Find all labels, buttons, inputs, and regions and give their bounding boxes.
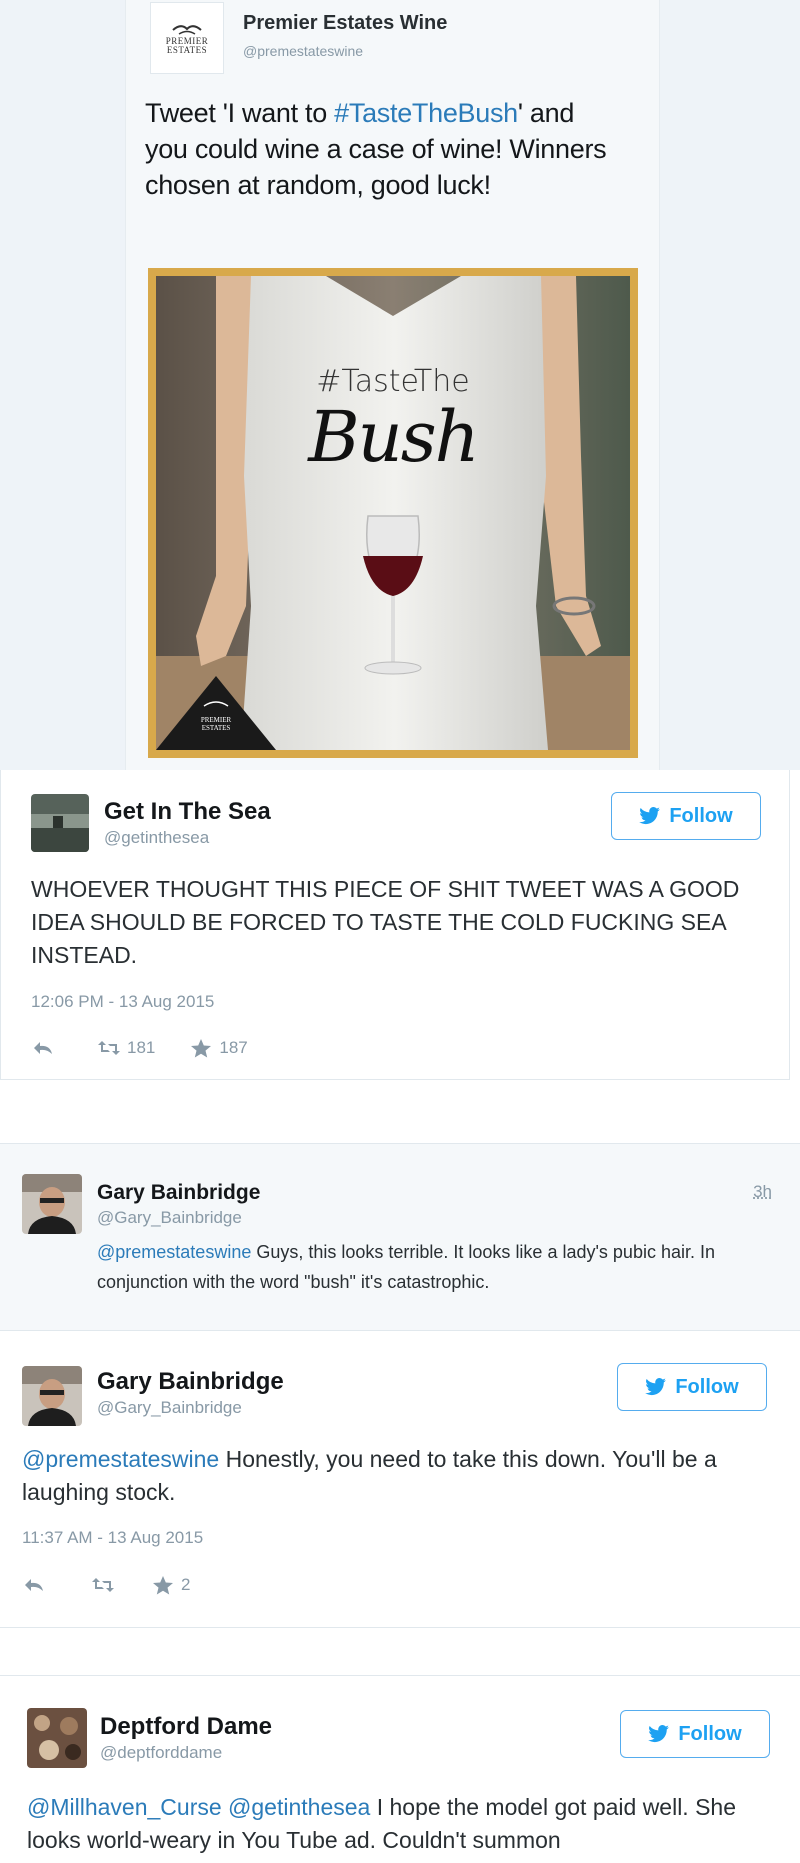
reply-tweet-gary-timeline[interactable]: Gary Bainbridge @Gary_Bainbridge 3h @pre… <box>0 1143 800 1331</box>
reply-icon <box>34 1042 52 1054</box>
reply-icon <box>25 1579 43 1591</box>
relative-time[interactable]: 3h <box>753 1182 772 1202</box>
display-name[interactable]: Gary Bainbridge <box>97 1181 260 1205</box>
tweet-actions: 2 <box>22 1575 190 1595</box>
reply-tweet-deptford-dame: Deptford Dame @deptforddame Follow @Mill… <box>0 1675 800 1863</box>
star-icon <box>191 1039 212 1058</box>
twitter-bird-icon <box>639 807 661 825</box>
mention-link[interactable]: @premestateswine <box>22 1446 219 1472</box>
ad-corner-logo-line1: PREMIER <box>200 716 232 724</box>
timestamp[interactable]: 11:37 AM - 13 Aug 2015 <box>22 1528 203 1548</box>
retweet-icon <box>98 1041 120 1055</box>
user-handle[interactable]: @premestateswine <box>243 43 363 59</box>
ad-corner-logo: PREMIER ESTATES <box>194 716 238 732</box>
follow-label: Follow <box>675 1375 739 1398</box>
gary-avatar-icon <box>22 1366 82 1426</box>
logo-bird-icon <box>172 25 202 35</box>
avatar[interactable] <box>31 794 89 852</box>
ad-image[interactable]: #TasteThe Bush PREMIER ESTATES <box>148 268 638 758</box>
reply-action[interactable] <box>22 1575 46 1595</box>
twitter-bird-icon <box>645 1378 667 1396</box>
favorite-action[interactable]: 187 <box>189 1038 248 1058</box>
display-name[interactable]: Deptford Dame <box>100 1713 272 1741</box>
display-name[interactable]: Gary Bainbridge <box>97 1368 284 1396</box>
mention-link[interactable]: @premestateswine <box>97 1242 251 1262</box>
user-handle[interactable]: @deptforddame <box>100 1743 222 1763</box>
favorite-count: 187 <box>219 1038 248 1057</box>
premier-estates-avatar[interactable]: PREMIER ESTATES <box>150 2 224 74</box>
star-icon <box>153 1576 173 1595</box>
avatar[interactable] <box>22 1174 82 1234</box>
favorite-count: 2 <box>181 1575 191 1594</box>
ad-hashtag-text: #TasteThe <box>316 364 470 399</box>
user-handle[interactable]: @Gary_Bainbridge <box>97 1398 242 1418</box>
follow-button[interactable]: Follow <box>611 792 761 840</box>
retweet-count: 181 <box>127 1038 156 1057</box>
left-background <box>0 0 125 770</box>
tweet-actions: 181 187 <box>31 1038 248 1058</box>
ad-photo-illustration <box>156 276 630 750</box>
user-handle[interactable]: @getinthesea <box>104 828 209 848</box>
tweet-text: @Millhaven_Curse @getinthesea I hope the… <box>27 1791 772 1857</box>
retweet-action[interactable] <box>91 1575 121 1595</box>
original-tweet: PREMIER ESTATES Premier Estates Wine @pr… <box>0 0 800 770</box>
tweet-text-before: Tweet 'I want to <box>145 98 335 128</box>
reply-tweet-get-in-the-sea: Get In The Sea @getinthesea Follow WHOEV… <box>0 770 790 1080</box>
follow-button[interactable]: Follow <box>620 1710 770 1758</box>
ad-image-content: #TasteThe Bush PREMIER ESTATES <box>156 276 630 750</box>
follow-label: Follow <box>678 1722 742 1745</box>
hashtag-link[interactable]: #TasteTheBush <box>334 98 518 128</box>
follow-button[interactable]: Follow <box>617 1363 767 1411</box>
reply-action[interactable] <box>31 1038 55 1058</box>
mention-link-1[interactable]: @Millhaven_Curse <box>27 1794 222 1820</box>
retweet-action[interactable]: 181 <box>97 1038 155 1058</box>
tweet-text: Tweet 'I want to #TasteTheBush' and you … <box>145 95 615 203</box>
timestamp[interactable]: 12:06 PM - 13 Aug 2015 <box>31 992 214 1012</box>
sea-avatar-icon <box>31 794 89 852</box>
user-handle[interactable]: @Gary_Bainbridge <box>97 1208 242 1228</box>
tweet-text: @premestateswine Guys, this looks terrib… <box>97 1237 777 1297</box>
retweet-icon <box>92 1578 114 1592</box>
tweet-text: WHOEVER THOUGHT THIS PIECE OF SHIT TWEET… <box>31 876 740 968</box>
twitter-bird-icon <box>648 1725 670 1743</box>
ad-bush-text: Bush <box>308 396 480 478</box>
deptford-avatar-icon <box>27 1708 87 1768</box>
mention-link-2[interactable]: @getinthesea <box>228 1794 370 1820</box>
right-background <box>660 0 800 770</box>
follow-label: Follow <box>669 804 733 827</box>
reply-tweet-gary: Gary Bainbridge @Gary_Bainbridge Follow … <box>0 1331 800 1628</box>
avatar[interactable] <box>27 1708 87 1768</box>
tweet-text: @premestateswine Honestly, you need to t… <box>22 1443 772 1509</box>
ad-corner-logo-line2: ESTATES <box>201 724 231 732</box>
favorite-action[interactable]: 2 <box>151 1575 190 1595</box>
display-name[interactable]: Premier Estates Wine <box>243 12 447 35</box>
gary-avatar-icon <box>22 1174 82 1234</box>
display-name[interactable]: Get In The Sea <box>104 798 271 826</box>
logo-line2: ESTATES <box>166 45 208 55</box>
avatar[interactable] <box>22 1366 82 1426</box>
